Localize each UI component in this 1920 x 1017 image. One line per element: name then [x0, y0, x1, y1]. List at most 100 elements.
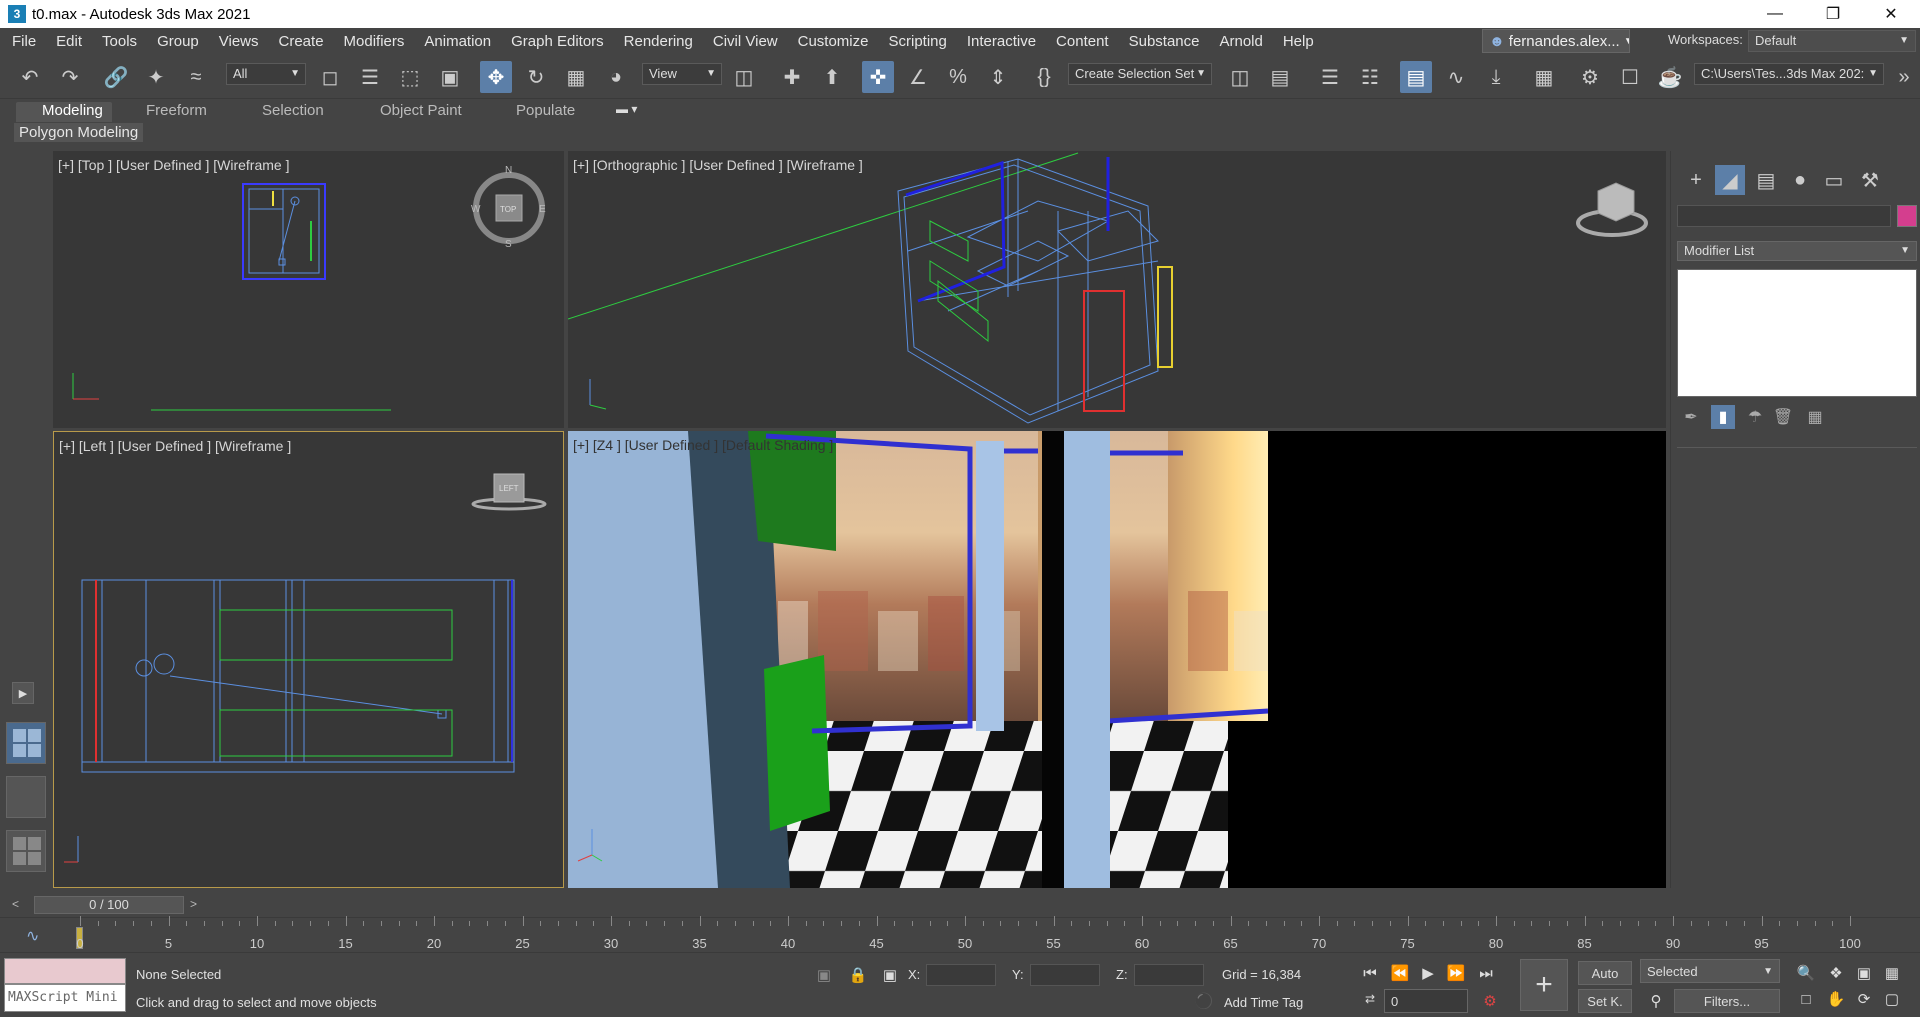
viewport-top[interactable]: TOP N E S W [+] [Top ] [User Defined ] [… [53, 151, 564, 428]
percent-snap-icon[interactable]: % [942, 61, 974, 93]
restore-button[interactable]: ❐ [1804, 0, 1862, 28]
angle-snap-icon[interactable]: ∠ [902, 61, 934, 93]
track-bar[interactable]: ∿ 0 5 10 15 20 25 30 35 40 45 50 55 60 65 70 75 80 85 90 95… [0, 916, 1920, 952]
tab-modeling[interactable]: Modeling [16, 102, 112, 122]
play-animation-icon[interactable]: ▶ [1416, 961, 1440, 985]
rendered-frame-window-icon[interactable]: ☐ [1614, 61, 1646, 93]
key-filters-button[interactable]: Filters... [1674, 989, 1780, 1013]
named-selection-dropdown[interactable]: Create Selection Set ▼ [1068, 63, 1212, 85]
time-slider-thumb[interactable]: 0 / 100 [34, 896, 184, 914]
next-frame-icon[interactable]: ⏩ [1444, 961, 1468, 985]
keyboard-shortcut-override-icon[interactable]: ⬆ [816, 61, 848, 93]
rectangular-selection-icon[interactable]: ⬚ [394, 61, 426, 93]
menu-views[interactable]: Views [209, 28, 269, 55]
maxscript-input[interactable]: MAXScript Mini [4, 984, 126, 1012]
object-color-swatch[interactable] [1897, 205, 1917, 227]
menu-graph-editors[interactable]: Graph Editors [501, 28, 614, 55]
remove-modifier-icon[interactable]: 🗑 [1771, 405, 1795, 429]
menu-edit[interactable]: Edit [46, 28, 92, 55]
project-folder-dropdown[interactable]: C:\Users\Tes...3ds Max 202: ▼ [1694, 63, 1884, 85]
select-and-move-icon[interactable]: ✥ [480, 61, 512, 93]
select-manipulate-icon[interactable]: ✚ [776, 61, 808, 93]
viewport-left-label[interactable]: [+] [Left ] [User Defined ] [Wireframe ] [59, 438, 291, 454]
select-and-rotate-icon[interactable]: ↻ [520, 61, 552, 93]
maximize-viewport-icon[interactable]: ▢ [1880, 987, 1904, 1011]
make-unique-icon[interactable]: ☂ [1743, 405, 1767, 429]
x-coordinate-field[interactable] [926, 964, 996, 986]
menu-tools[interactable]: Tools [92, 28, 147, 55]
select-and-scale-icon[interactable]: ▦ [560, 61, 592, 93]
y-coordinate-field[interactable] [1030, 964, 1100, 986]
minimize-button[interactable]: — [1746, 0, 1804, 28]
go-to-start-icon[interactable]: ⏮ [1358, 961, 1382, 985]
zoom-all-icon[interactable]: ❖ [1824, 961, 1848, 985]
modifier-list-dropdown[interactable]: Modifier List ▼ [1677, 241, 1917, 261]
menu-customize[interactable]: Customize [788, 28, 879, 55]
field-of-view-icon[interactable]: □ [1794, 987, 1818, 1011]
tab-freeform[interactable]: Freeform [146, 102, 207, 122]
render-production-icon[interactable]: ☕ [1654, 61, 1686, 93]
spinner-snap-icon[interactable]: ⇕ [982, 61, 1014, 93]
reference-coordinate-dropdown[interactable]: View ▼ [642, 63, 722, 85]
viewport-orthographic[interactable]: [+] [Orthographic ] [User Defined ] [Wir… [568, 151, 1666, 428]
key-filter-dropdown[interactable]: Selected ▼ [1640, 959, 1780, 983]
pin-stack-icon[interactable]: ✒ [1679, 405, 1703, 429]
viewcube-left[interactable]: LEFT [471, 473, 547, 511]
zoom-extents-icon[interactable]: ▣ [1852, 961, 1876, 985]
utilities-tab-icon[interactable]: ⚒ [1855, 165, 1885, 195]
schematic-view-icon[interactable]: ⤓ [1480, 61, 1512, 93]
viewport-orthographic-label[interactable]: [+] [Orthographic ] [User Defined ] [Wir… [573, 157, 863, 173]
absolute-mode-icon[interactable]: ▣ [878, 963, 902, 987]
pivot-center-icon[interactable]: ◫ [728, 61, 760, 93]
bind-space-warp-icon[interactable]: ≈ [180, 61, 212, 93]
menu-file[interactable]: File [0, 28, 46, 55]
layout-four-viewports-button[interactable] [6, 722, 46, 764]
scene-explorer-icon[interactable]: ☰ [1314, 61, 1346, 93]
select-object-icon[interactable]: ◻ [314, 61, 346, 93]
menu-scripting[interactable]: Scripting [878, 28, 956, 55]
set-key-button[interactable]: Set K. [1578, 989, 1632, 1013]
add-time-tag-button[interactable]: Add Time Tag [1224, 995, 1303, 1010]
redo-icon[interactable]: ↷ [54, 61, 86, 93]
viewport-top-label[interactable]: [+] [Top ] [User Defined ] [Wireframe ] [58, 157, 289, 173]
z-coordinate-field[interactable] [1134, 964, 1204, 986]
menu-animation[interactable]: Animation [414, 28, 501, 55]
navigation-compass-top[interactable]: TOP N E S W [471, 165, 546, 250]
workspace-dropdown[interactable]: Default ▼ [1748, 30, 1916, 52]
link-icon[interactable]: 🔗 [100, 61, 132, 93]
hierarchy-tab-icon[interactable]: ▤ [1751, 165, 1781, 195]
tab-populate[interactable]: Populate [516, 102, 575, 122]
select-by-name-icon[interactable]: ☰ [354, 61, 386, 93]
modify-tab-icon[interactable]: ◢ [1715, 165, 1745, 195]
maxscript-output[interactable] [4, 958, 126, 984]
create-tab-icon[interactable]: + [1681, 165, 1711, 195]
key-mode-icon[interactable]: ⚲ [1644, 989, 1668, 1013]
configure-modifier-sets-icon[interactable]: ▦ [1803, 405, 1827, 429]
menu-arnold[interactable]: Arnold [1209, 28, 1272, 55]
unlink-icon[interactable]: ✦ [140, 61, 172, 93]
ribbon-options-icon[interactable]: ▬ ▾ [616, 102, 637, 122]
layout-single-viewport-button[interactable] [6, 776, 46, 818]
menu-modifiers[interactable]: Modifiers [334, 28, 415, 55]
time-slider-next[interactable]: > [190, 897, 197, 911]
menu-group[interactable]: Group [147, 28, 209, 55]
close-button[interactable]: ✕ [1862, 0, 1920, 28]
zoom-extents-all-icon[interactable]: ▦ [1880, 961, 1904, 985]
object-name-field[interactable] [1677, 205, 1891, 227]
selection-filter-dropdown[interactable]: All ▼ [226, 63, 306, 85]
menu-create[interactable]: Create [269, 28, 334, 55]
align-icon[interactable]: ▤ [1264, 61, 1296, 93]
viewport-perspective[interactable]: [+] [Z4 ] [User Defined ] [Default Shadi… [568, 431, 1666, 888]
time-slider-prev[interactable]: < [12, 897, 19, 911]
select-and-place-icon[interactable]: ◕ [600, 61, 632, 93]
auto-key-button[interactable]: Auto [1578, 961, 1632, 985]
mirror-icon[interactable]: ◫ [1224, 61, 1256, 93]
menu-help[interactable]: Help [1273, 28, 1324, 55]
pan-view-icon[interactable]: ✋ [1824, 987, 1848, 1011]
tab-selection[interactable]: Selection [262, 102, 324, 122]
material-editor-icon[interactable]: ▦ [1528, 61, 1560, 93]
layer-explorer-icon[interactable]: ☷ [1354, 61, 1386, 93]
orbit-icon[interactable]: ⟳ [1852, 987, 1876, 1011]
set-key-icon[interactable]: + [1520, 959, 1568, 1011]
menu-substance[interactable]: Substance [1119, 28, 1210, 55]
